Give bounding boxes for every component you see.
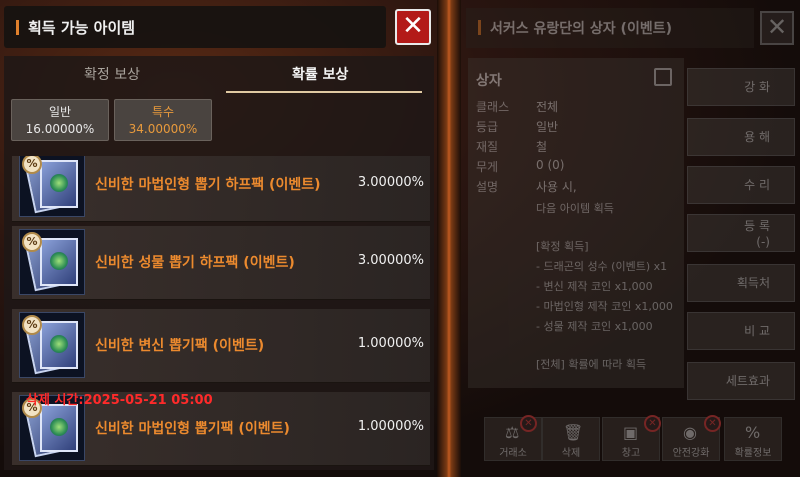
percent-badge-icon: %: [22, 232, 42, 252]
register-button[interactable]: 등 록 (-): [687, 214, 795, 252]
trash-icon: 🗑: [563, 423, 584, 442]
lock-icon[interactable]: [654, 68, 672, 86]
delete-button[interactable]: 🗑 삭제: [542, 417, 600, 461]
delete-time: 삭제 시간:2025-05-21 05:00: [26, 393, 213, 408]
compare-button[interactable]: 비 교: [687, 312, 795, 350]
item-name: 신비한 마법인형 뽑기 하프팩 (이벤트): [95, 177, 321, 193]
prop-value: 0 (0): [536, 158, 565, 172]
item-probability: 1.00000%: [357, 419, 424, 434]
item-probability: 3.00000%: [357, 175, 424, 190]
list-item[interactable]: % 신비한 마법인형 뽑기 하프팩 (이벤트) 3.00000%: [12, 156, 430, 222]
prop-key: 무게: [476, 160, 499, 174]
desc-line: - 마법인형 제작 코인 x1,000: [536, 300, 673, 313]
chip-special-value: 34.00000%: [128, 122, 198, 136]
panel-title: 획득 가능 아이템: [28, 19, 136, 37]
disabled-x-icon: ✕: [644, 415, 661, 432]
scale-icon: ⚖: [505, 423, 520, 442]
item-pack-icon[interactable]: %: [19, 156, 85, 217]
title-accent-bar: [16, 20, 19, 35]
prop-value: 사용 시,: [536, 180, 577, 194]
chip-normal-label: 일반: [48, 105, 72, 119]
item-detail-panel: 서커스 유랑단의 상자 (이벤트) ✕ 상자 클래스 전체 등급 일반 재질 철…: [462, 0, 800, 477]
detail-title: 서커스 유랑단의 상자 (이벤트): [490, 21, 672, 37]
desc-line: - 드래곤의 성수 (이벤트) x1: [536, 260, 668, 273]
item-probability: 1.00000%: [357, 336, 424, 351]
percent-icon: %: [745, 423, 761, 442]
prop-key: 설명: [476, 180, 499, 194]
panel-divider: [437, 0, 461, 477]
register-label: 등 록: [744, 219, 770, 233]
desc-line: [전체] 확률에 따라 획득: [536, 358, 647, 371]
disabled-x-icon: ✕: [704, 415, 721, 432]
dissolve-button[interactable]: 용 해: [687, 118, 795, 156]
panel-titlebar: 획득 가능 아이템: [4, 6, 386, 48]
register-sub: (-): [756, 235, 770, 249]
active-tab-underline: [226, 91, 422, 93]
item-name: 신비한 마법인형 뽑기팩 (이벤트): [95, 421, 290, 437]
safe-enhance-label: 안전강화: [672, 448, 710, 459]
detail-close-button[interactable]: ✕: [760, 11, 794, 45]
probability-info-label: 확률정보: [734, 448, 772, 459]
close-button[interactable]: ✕: [395, 9, 431, 45]
item-pack-icon[interactable]: %: [19, 229, 85, 295]
percent-badge-icon: %: [22, 315, 42, 335]
prop-key: 재질: [476, 140, 499, 154]
tab-probability-rewards[interactable]: 확률 보상: [292, 64, 348, 84]
prop-key: 클래스: [476, 100, 510, 114]
desc-line: - 변신 제작 코인 x1,000: [536, 280, 653, 293]
chip-special-label: 특수: [151, 105, 175, 119]
chip-special[interactable]: 특수 34.00000%: [114, 99, 212, 141]
safe-icon: ◉: [683, 423, 697, 442]
tab-guaranteed-rewards[interactable]: 확정 보상: [84, 64, 140, 84]
item-name: 신비한 성물 뽑기 하프팩 (이벤트): [95, 255, 295, 271]
prop-value: 철: [536, 140, 548, 154]
acquire-location-button[interactable]: 획득처: [687, 264, 795, 302]
reward-list[interactable]: % 신비한 마법인형 뽑기 하프팩 (이벤트) 3.00000% % 신비한 성…: [12, 156, 430, 470]
delete-label: 삭제: [561, 448, 581, 459]
disabled-x-icon: ✕: [520, 415, 537, 432]
desc-line: - 성물 제작 코인 x1,000: [536, 320, 653, 333]
list-item[interactable]: % 신비한 변신 뽑기팩 (이벤트) 1.00000%: [12, 309, 430, 383]
detail-titlebar: 서커스 유랑단의 상자 (이벤트): [466, 8, 754, 48]
enhance-button[interactable]: 강 화: [687, 68, 795, 106]
exchange-label: 거래소: [499, 448, 527, 459]
chip-normal-value: 16.00000%: [25, 122, 95, 136]
desc-line: 다음 아이템 획득: [536, 202, 614, 215]
item-type-heading: 상자: [476, 73, 502, 89]
prop-value: 일반: [536, 120, 559, 134]
item-name: 신비한 변신 뽑기팩 (이벤트): [95, 338, 265, 354]
prop-value: 전체: [536, 100, 559, 114]
storage-label: 창고: [621, 448, 641, 459]
probability-info-button[interactable]: % 확률정보: [724, 417, 782, 461]
item-probability: 3.00000%: [357, 253, 424, 268]
desc-line: [확정 획득]: [536, 240, 589, 253]
title-accent-bar: [478, 20, 481, 35]
chip-normal[interactable]: 일반 16.00000%: [11, 99, 109, 141]
prop-key: 등급: [476, 120, 499, 134]
repair-button[interactable]: 수 리: [687, 166, 795, 204]
reward-tabs: 확정 보상 확률 보상: [4, 56, 434, 94]
detail-body: 상자 클래스 전체 등급 일반 재질 철 무게 0 (0) 설명 사용 시, 다…: [468, 58, 684, 388]
set-effect-button[interactable]: 세트효과: [687, 362, 795, 400]
storage-icon: ▣: [623, 423, 639, 442]
list-item[interactable]: % 신비한 성물 뽑기 하프팩 (이벤트) 3.00000%: [12, 226, 430, 300]
item-pack-icon[interactable]: %: [19, 312, 85, 378]
